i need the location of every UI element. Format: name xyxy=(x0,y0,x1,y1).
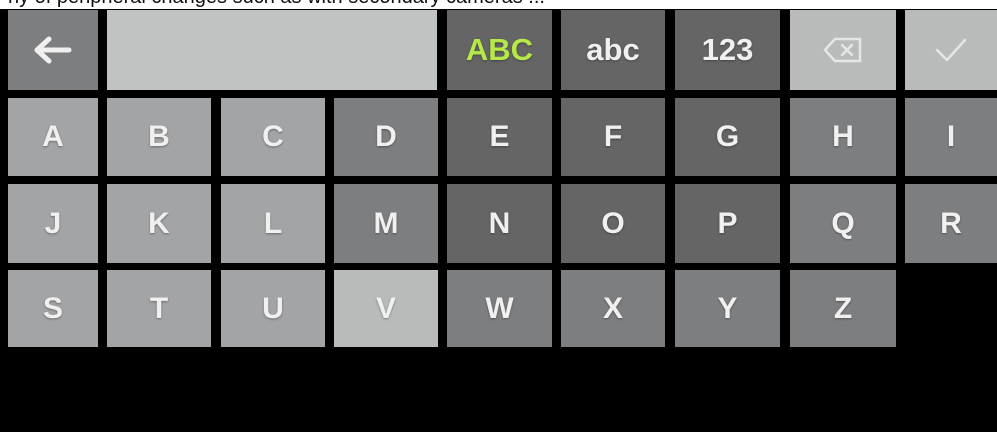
key-a[interactable]: A xyxy=(8,98,98,176)
key-c[interactable]: C xyxy=(221,98,325,176)
key-o[interactable]: O xyxy=(561,184,665,263)
key-label: G xyxy=(715,120,740,153)
confirm-button[interactable] xyxy=(905,10,997,90)
mode-numbers-button[interactable]: 123 xyxy=(675,10,780,90)
backspace-button[interactable] xyxy=(790,10,896,90)
text-input-field[interactable] xyxy=(107,10,437,90)
key-label: U xyxy=(262,291,284,325)
key-d[interactable]: D xyxy=(334,98,438,176)
top-caption-text: ny of peripheral changes such as with se… xyxy=(8,0,545,9)
mode-lowercase-label: abc xyxy=(586,32,640,67)
key-label: D xyxy=(375,120,397,153)
key-label: X xyxy=(602,291,623,325)
key-i[interactable]: I xyxy=(905,98,997,176)
backspace-icon xyxy=(823,37,862,63)
checkmark-icon xyxy=(935,38,967,62)
key-label: W xyxy=(485,291,514,325)
key-label: N xyxy=(488,206,511,240)
key-label: F xyxy=(603,120,623,153)
key-v[interactable]: V xyxy=(334,270,438,347)
key-h[interactable]: H xyxy=(790,98,896,176)
key-k[interactable]: K xyxy=(107,184,211,263)
key-q[interactable]: Q xyxy=(790,184,896,263)
key-label: O xyxy=(601,206,625,240)
key-label: I xyxy=(946,120,956,153)
key-label: E xyxy=(489,120,510,153)
key-label: A xyxy=(42,120,64,153)
key-m[interactable]: M xyxy=(334,184,438,263)
key-label: S xyxy=(42,291,63,325)
key-n[interactable]: N xyxy=(447,184,552,263)
key-p[interactable]: P xyxy=(675,184,780,263)
key-label: L xyxy=(263,206,283,240)
key-s[interactable]: S xyxy=(8,270,98,347)
key-label: H xyxy=(832,120,854,153)
key-b[interactable]: B xyxy=(107,98,211,176)
key-t[interactable]: T xyxy=(107,270,211,347)
key-label: B xyxy=(148,120,170,153)
key-y[interactable]: Y xyxy=(675,270,780,347)
key-label: K xyxy=(148,206,170,240)
key-label: T xyxy=(149,291,169,325)
key-g[interactable]: G xyxy=(675,98,780,176)
key-f[interactable]: F xyxy=(561,98,665,176)
mode-numbers-label: 123 xyxy=(701,32,754,67)
key-z[interactable]: Z xyxy=(790,270,896,347)
key-label: V xyxy=(375,291,396,325)
top-caption-strip: ny of peripheral changes such as with se… xyxy=(0,0,997,9)
key-l[interactable]: L xyxy=(221,184,325,263)
key-r[interactable]: R xyxy=(905,184,997,263)
back-button[interactable] xyxy=(8,10,98,90)
key-u[interactable]: U xyxy=(221,270,325,347)
key-label: Z xyxy=(833,291,853,325)
key-label: M xyxy=(373,206,399,240)
key-label: Y xyxy=(717,291,738,325)
key-label: P xyxy=(717,206,738,240)
mode-uppercase-label: ABC xyxy=(465,32,534,67)
key-e[interactable]: E xyxy=(447,98,552,176)
key-label: C xyxy=(262,120,284,153)
key-w[interactable]: W xyxy=(447,270,552,347)
key-label: R xyxy=(940,206,962,240)
key-label: Q xyxy=(831,206,855,240)
key-x[interactable]: X xyxy=(561,270,665,347)
key-label: J xyxy=(44,206,62,240)
key-j[interactable]: J xyxy=(8,184,98,263)
mode-uppercase-button[interactable]: ABC xyxy=(447,10,552,90)
arrow-left-icon xyxy=(34,36,72,64)
mode-lowercase-button[interactable]: abc xyxy=(561,10,665,90)
